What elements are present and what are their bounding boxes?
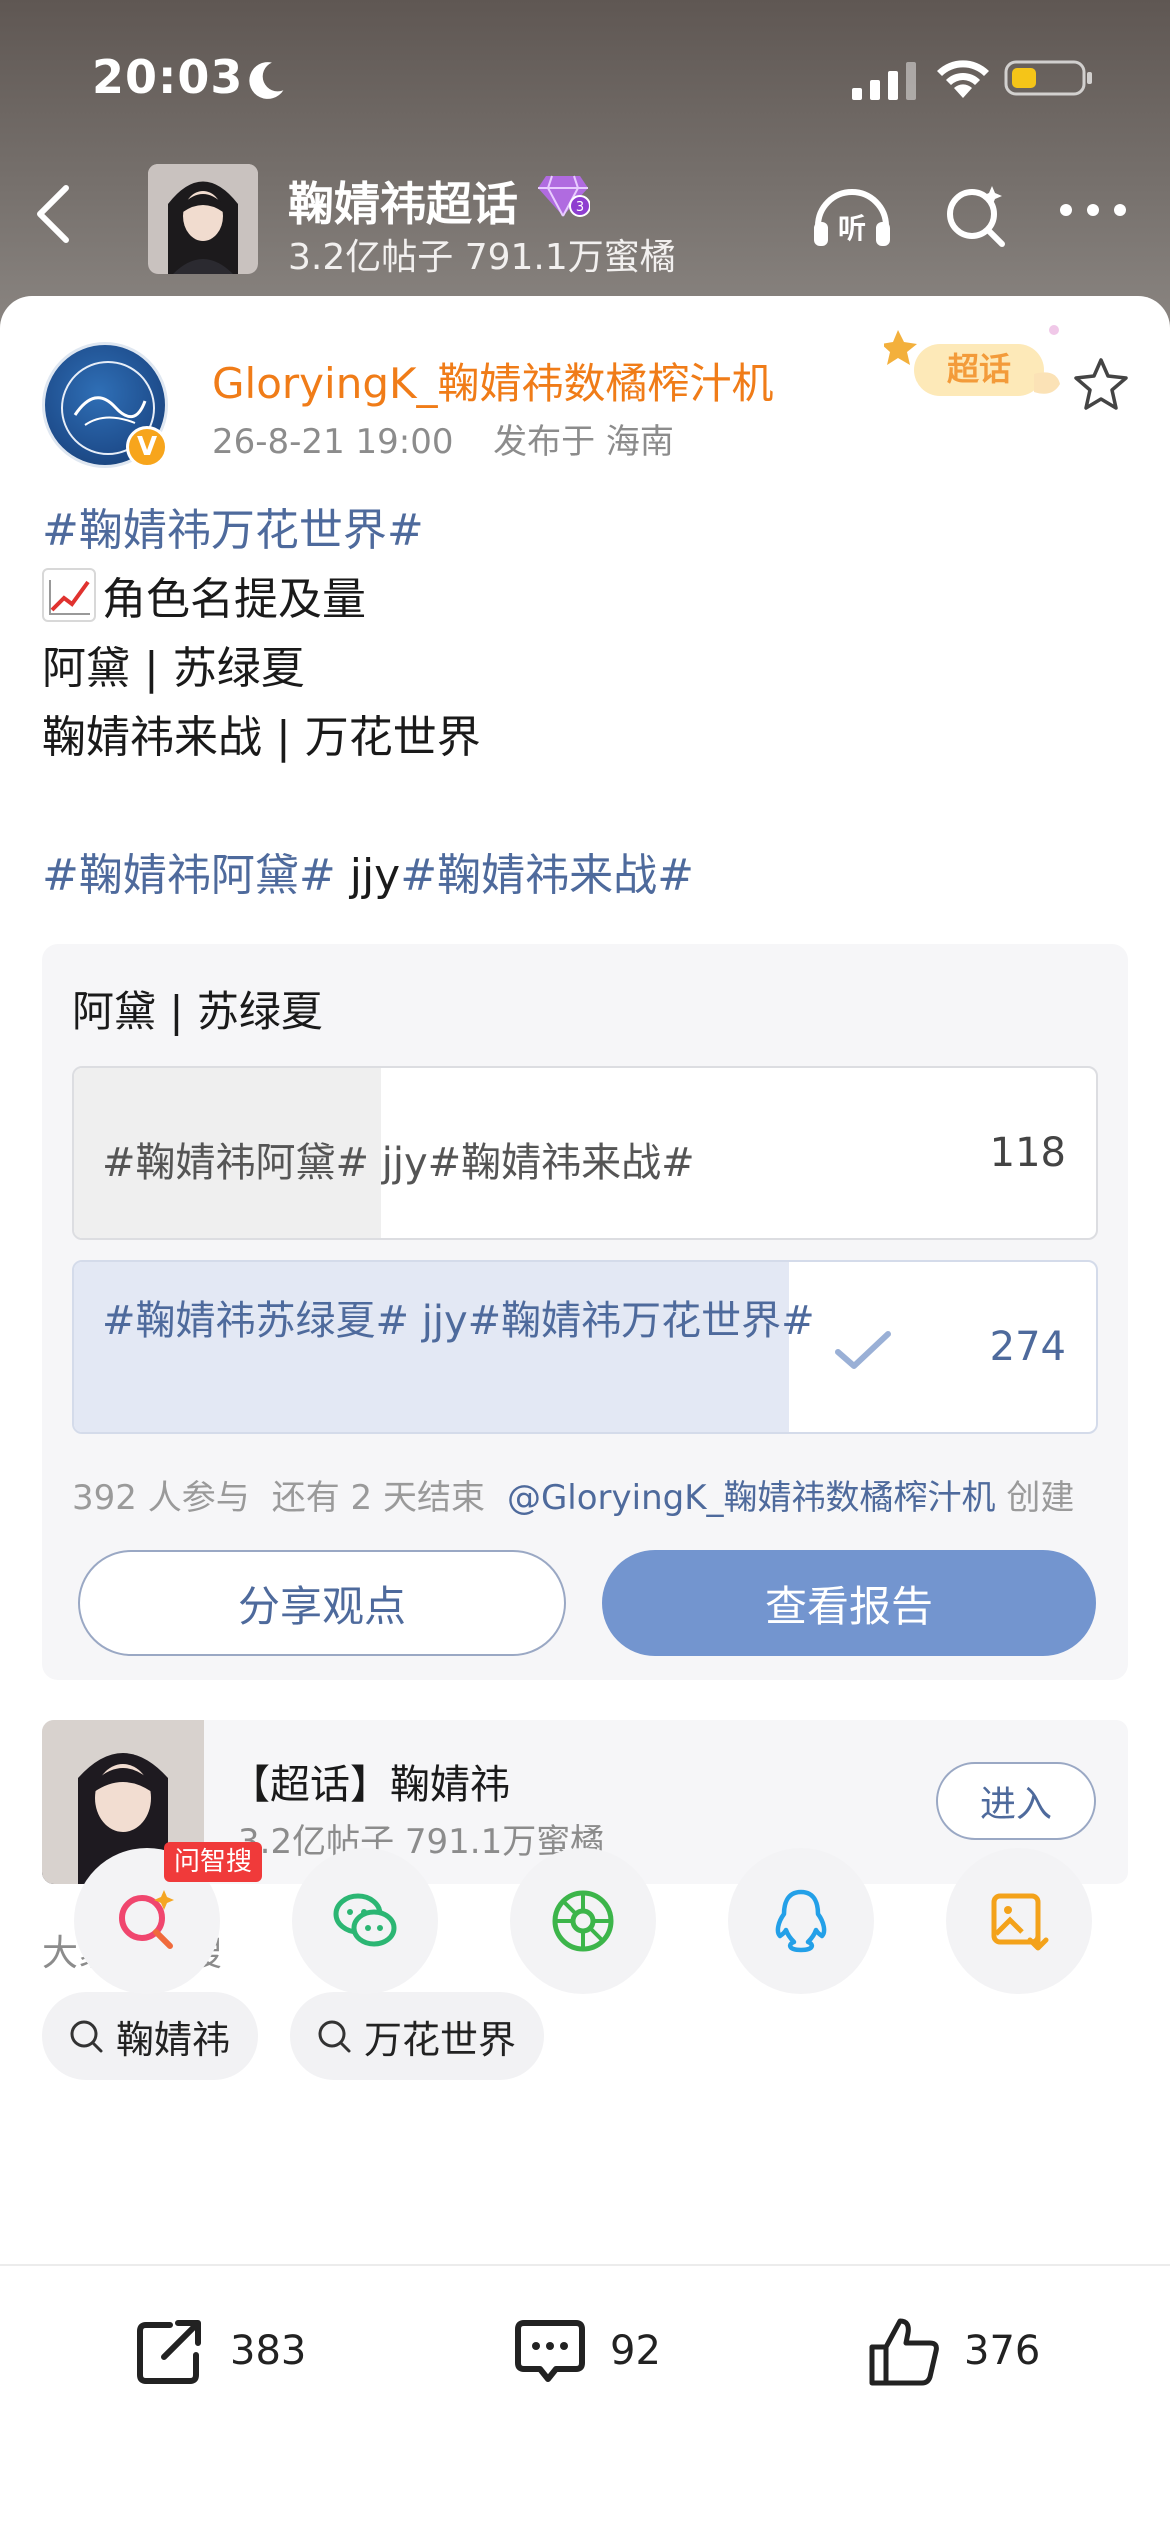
poll-option-1[interactable]: #鞠婧祎阿黛# jjy#鞠婧祎来战# 118 [72, 1066, 1098, 1240]
supertopic-badge-label: 超话 [947, 350, 1011, 388]
post-location: 发布于 海南 [493, 422, 674, 462]
topic-stats: 3.2亿帖子 791.1万蜜橘 [288, 237, 676, 278]
hashtag-link[interactable]: #鞠婧祎万花世界# [42, 496, 1132, 565]
topic-header: 20:03 鞠婧祎超话 3 3.2亿帖子 791.1万蜜橘 听 [0, 0, 1170, 330]
author-name[interactable]: GloryingK_鞠婧祎数橘榨汁机 [212, 350, 774, 411]
save-image-icon [991, 1893, 1049, 1951]
poll-title: 阿黛 | 苏绿夏 [72, 987, 323, 1036]
hashtag-link[interactable]: #鞠婧祎来战# [400, 850, 694, 901]
poll-participants: 392 人参与 [72, 1478, 250, 1518]
search-icon[interactable] [940, 180, 1010, 250]
thumbs-up-icon [869, 2318, 939, 2386]
moments-share[interactable] [510, 1848, 656, 1994]
status-time: 20:03 [92, 50, 244, 104]
listen-icon[interactable]: 听 [810, 180, 894, 252]
svg-text:3: 3 [576, 200, 584, 215]
signal-icon [852, 62, 916, 100]
comment-button[interactable]: 92 [510, 2306, 661, 2396]
poll-option-2-count: 274 [989, 1324, 1066, 1370]
svg-text:听: 听 [838, 212, 866, 245]
comment-icon [515, 2320, 585, 2382]
favorite-star-icon[interactable] [1072, 356, 1130, 414]
gem-level-icon: 3 [538, 175, 590, 217]
poll-remaining: 还有 2 天结束 [271, 1478, 485, 1518]
poll-option-1-text: #鞠婧祎阿黛# jjy#鞠婧祎来战# [102, 1140, 695, 1186]
topic-avatar[interactable] [148, 164, 258, 274]
poll-option-2[interactable]: #鞠婧祎苏绿夏# jjy#鞠婧祎万花世界# 274 [72, 1260, 1098, 1434]
supertopic-name: 【超话】鞠婧祎 [230, 1762, 510, 1808]
post-line-2: 角色名提及量 [42, 565, 1132, 634]
bottom-action-bar: 383 92 376 [0, 2264, 1170, 2532]
repost-count: 383 [230, 2328, 307, 2374]
like-count: 376 [964, 2328, 1041, 2374]
post-line-6: #鞠婧祎阿黛# jjy#鞠婧祎来战# [42, 841, 1132, 910]
ai-search-icon [119, 1890, 174, 1949]
search-icon [318, 2020, 351, 2053]
wechat-share[interactable] [292, 1848, 438, 1994]
poll-meta: 392 人参与 还有 2 天结束 @GloryingK_鞠婧祎数橘榨汁机 创建 [72, 1470, 1074, 1519]
check-icon [835, 1331, 891, 1369]
poll-option-1-count: 118 [989, 1130, 1066, 1176]
battery-icon [1004, 60, 1092, 96]
post-content: #鞠婧祎万花世界# 角色名提及量 阿黛 | 苏绿夏 鞠婧祎来战 | 万花世界 #… [42, 496, 1132, 910]
moments-icon [552, 1890, 614, 1952]
search-chip[interactable]: 万花世界 [290, 1992, 545, 2080]
share-icon [137, 2320, 201, 2384]
post-meta: 26-8-21 19:00 发布于 海南 [212, 414, 674, 463]
hashtag-link[interactable]: #鞠婧祎阿黛# [42, 850, 336, 901]
ai-search-tag: 问智搜 [164, 1842, 263, 1882]
wifi-icon [937, 60, 989, 98]
view-report-button[interactable]: 查看报告 [602, 1550, 1096, 1656]
search-chip[interactable]: 鞠婧祎 [42, 1992, 259, 2080]
repost-button[interactable]: 383 [130, 2306, 306, 2396]
qq-share[interactable] [728, 1848, 874, 1994]
back-icon[interactable] [30, 182, 80, 246]
post-card: V GloryingK_鞠婧祎数橘榨汁机 26-8-21 19:00 发布于 海… [0, 296, 1170, 2532]
status-bar: 20:03 [0, 40, 1170, 120]
save-image-share[interactable] [946, 1848, 1092, 1994]
poll-card: 阿黛 | 苏绿夏 #鞠婧祎阿黛# jjy#鞠婧祎来战# 118 #鞠婧祎苏绿夏#… [42, 944, 1128, 1680]
nav-bar: 鞠婧祎超话 3 3.2亿帖子 791.1万蜜橘 听 [0, 150, 1170, 280]
supertopic-badge[interactable]: 超话 [884, 316, 1074, 406]
wechat-icon [333, 1893, 397, 1947]
search-icon [70, 2020, 103, 2053]
post-line-3: 阿黛 | 苏绿夏 [42, 643, 305, 694]
moon-icon [249, 62, 284, 99]
enter-button[interactable]: 进入 [936, 1762, 1096, 1840]
more-icon[interactable] [1056, 196, 1130, 224]
search-chip-label: 鞠婧祎 [116, 2017, 231, 2062]
post-date: 26-8-21 19:00 [212, 422, 454, 462]
share-opinion-button[interactable]: 分享观点 [78, 1550, 566, 1656]
qq-icon [775, 1889, 827, 1953]
verified-badge: V [126, 426, 168, 468]
search-chip-label: 万花世界 [364, 2017, 517, 2062]
poll-creator-link[interactable]: @GloryingK_鞠婧祎数橘榨汁机 [507, 1478, 996, 1518]
chart-increasing-icon [42, 568, 96, 622]
comment-count: 92 [610, 2328, 661, 2374]
poll-option-2-text: #鞠婧祎苏绿夏# jjy#鞠婧祎万花世界# [102, 1298, 815, 1344]
like-button[interactable]: 376 [864, 2306, 1040, 2396]
topic-title: 鞠婧祎超话 [288, 177, 518, 231]
poll-created-label: 创建 [1006, 1478, 1075, 1518]
post-line-2-text: 角色名提及量 [102, 574, 366, 625]
post-line-4: 鞠婧祎来战 | 万花世界 [42, 712, 481, 763]
share-targets: 问智搜 [0, 1842, 1170, 1998]
post-line-6-text: jjy [335, 850, 401, 901]
